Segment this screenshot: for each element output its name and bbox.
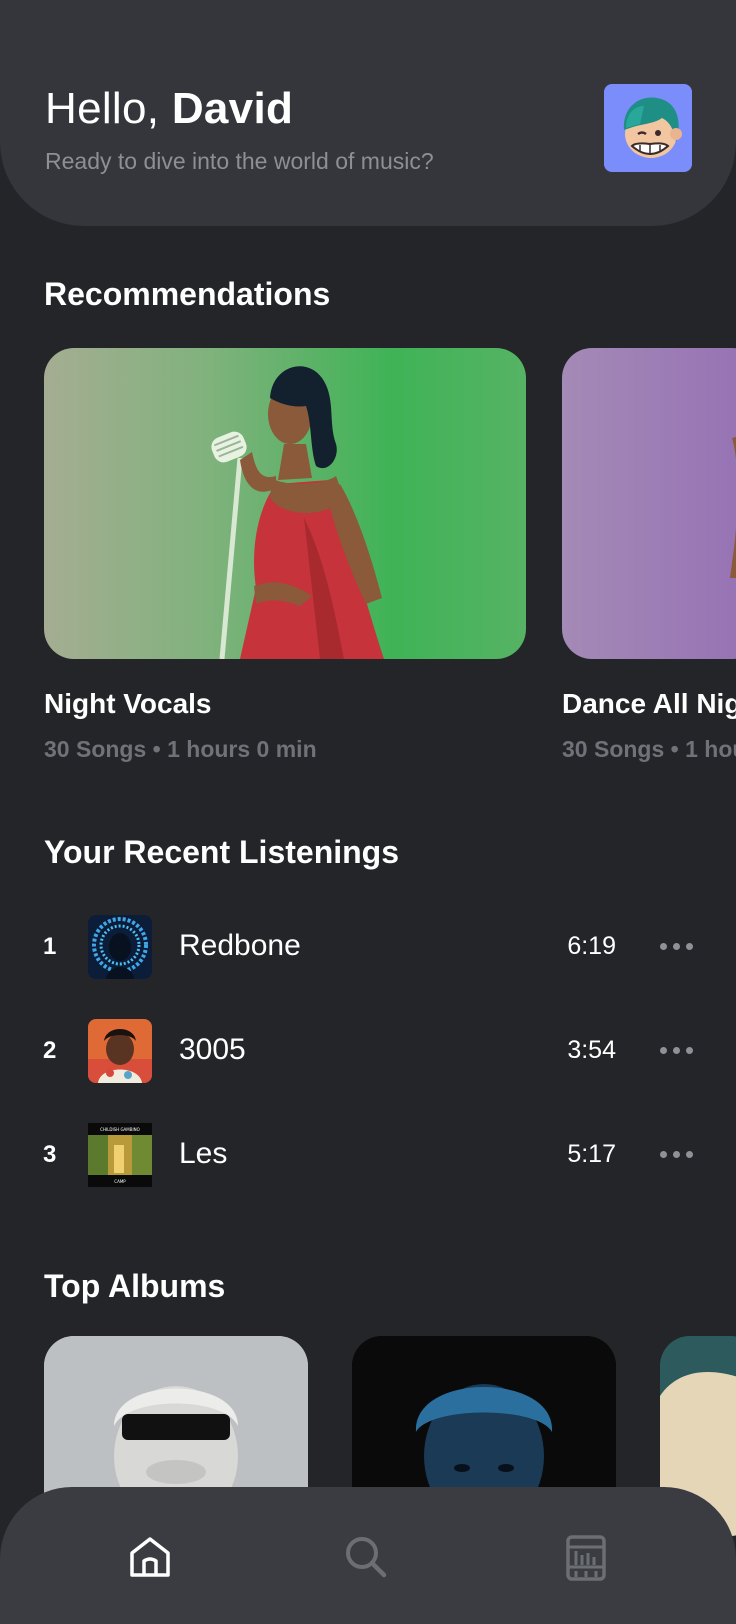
dance-illustration: [730, 437, 736, 578]
bottom-navigation: [0, 1487, 736, 1624]
user-name: David: [171, 84, 294, 133]
home-screen: Hello, David Ready to dive into the worl…: [0, 0, 736, 1624]
more-options-icon[interactable]: [656, 1041, 696, 1061]
recommendation-title[interactable]: Dance All Nig: [562, 688, 736, 720]
track-duration: 6:19: [567, 932, 616, 960]
track-number: 1: [43, 933, 57, 960]
greeting-subtitle: Ready to dive into the world of music?: [45, 148, 434, 174]
night-vocals-illustration: [211, 366, 384, 659]
track-number: 3: [43, 1141, 57, 1168]
recommendations-title: Recommendations: [44, 276, 331, 312]
avatar-illustration: [623, 97, 682, 158]
track-row[interactable]: 3 CHILDISH GAMBINO CAMP Les 5:17: [0, 1123, 736, 1189]
top-albums-title: Top Albums: [44, 1268, 226, 1304]
recommendation-card-night-vocals[interactable]: [44, 348, 526, 659]
greeting: Hello, David: [45, 84, 293, 134]
cover-album-name: CAMP: [114, 1179, 126, 1184]
greeting-prefix: Hello,: [45, 84, 172, 133]
recent-listenings-title: Your Recent Listenings: [44, 834, 400, 870]
track-duration: 3:54: [567, 1036, 616, 1064]
track-row[interactable]: 1 Redbone 6:19: [0, 915, 736, 981]
nav-home[interactable]: [124, 1531, 176, 1583]
library-icon: [566, 1535, 606, 1581]
track-duration: 5:17: [567, 1140, 616, 1168]
nav-search[interactable]: [340, 1531, 392, 1583]
header: Hello, David Ready to dive into the worl…: [0, 0, 736, 226]
avatar[interactable]: [604, 84, 692, 172]
recommendation-card-dance-all-night[interactable]: [562, 348, 736, 659]
cover-band-name: CHILDISH GAMBINO: [100, 1127, 140, 1132]
track-cover: CHILDISH GAMBINO CAMP: [88, 1123, 152, 1187]
recommendation-meta: 30 Songs • 1 hours 0 min: [44, 736, 317, 762]
recommendation-meta: 30 Songs • 1 hou: [562, 736, 736, 762]
more-options-icon[interactable]: [656, 1145, 696, 1165]
track-cover: [88, 1019, 152, 1083]
track-name: 3005: [179, 1033, 246, 1066]
track-row[interactable]: 2 3005 3:54: [0, 1019, 736, 1085]
track-name: Redbone: [179, 929, 301, 962]
track-number: 2: [43, 1037, 57, 1064]
more-options-icon[interactable]: [656, 937, 696, 957]
nav-library[interactable]: [560, 1531, 612, 1583]
track-name: Les: [179, 1137, 228, 1170]
home-icon: [130, 1537, 170, 1577]
track-cover: [88, 915, 152, 979]
search-icon: [346, 1537, 387, 1578]
recommendation-title[interactable]: Night Vocals: [44, 688, 212, 720]
